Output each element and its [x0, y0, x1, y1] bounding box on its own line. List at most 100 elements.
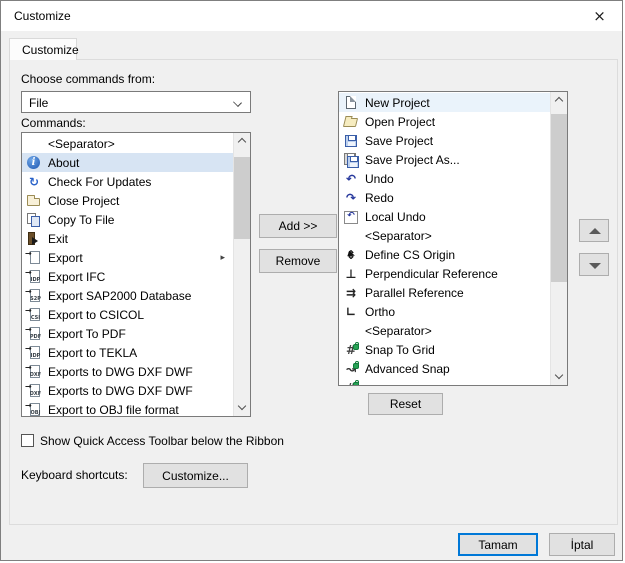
doc-export-icon: →S2P — [26, 288, 42, 304]
list-item-label: Parallel Reference — [365, 286, 464, 300]
arrow-down-icon — [589, 263, 601, 269]
list-item-label: <Separator> — [48, 137, 115, 151]
list-item[interactable]: Open Project — [339, 112, 550, 131]
list-item-label: Ortho — [365, 305, 395, 319]
list-item[interactable]: Copy To File — [22, 210, 233, 229]
list-item[interactable]: # — [339, 378, 550, 385]
list-item-label: Copy To File — [48, 213, 114, 227]
separator-item[interactable]: <Separator> — [339, 226, 550, 245]
chevron-down-icon — [233, 98, 242, 107]
submenu-arrow-icon: ▸ — [220, 252, 225, 263]
list-item-label: Close Project — [48, 194, 119, 208]
list-item[interactable]: ↶Local Undo — [339, 207, 550, 226]
cancel-button[interactable]: İptal — [549, 533, 615, 556]
advanced-snap-icon: ↝ — [343, 361, 359, 377]
list-item-label: Advanced Snap — [365, 362, 450, 376]
scroll-down-icon[interactable] — [234, 400, 251, 416]
list-item[interactable]: ⇕ Define CS Origin — [339, 245, 550, 264]
list-item[interactable]: →Export▸ — [22, 248, 233, 267]
snap-to-grid-icon: # — [343, 380, 359, 386]
list-item[interactable]: Save Project As... — [339, 150, 550, 169]
list-item[interactable]: ↶Undo — [339, 169, 550, 188]
quick-access-rows: New Project Open Project Save Project Save … — [339, 92, 550, 385]
separator-item[interactable]: <Separator> — [339, 321, 550, 340]
list-item-label: Export To PDF — [48, 327, 126, 341]
list-item[interactable]: →DXF Exports to DWG DXF DWF — [22, 362, 233, 381]
tab-customize[interactable]: Customize — [9, 38, 77, 60]
ok-button[interactable]: Tamam — [458, 533, 538, 556]
scrollbar-thumb[interactable] — [234, 157, 251, 239]
list-item-label: Perpendicular Reference — [365, 267, 498, 281]
redo-icon: ↷ — [343, 190, 359, 206]
doc-export-icon: →OBJ — [26, 402, 42, 417]
doc-export-icon: →DXF — [26, 383, 42, 399]
open-project-icon — [343, 114, 359, 130]
separator-item[interactable]: <Separator> — [22, 134, 233, 153]
list-item-label: Export to CSICOL — [48, 308, 144, 322]
window-title: Customize — [14, 9, 71, 23]
list-item-label: About — [48, 156, 79, 170]
list-item-label: Export to TEKLA — [48, 346, 137, 360]
list-item-label: New Project — [365, 96, 430, 110]
commands-source-select[interactable]: File — [21, 91, 251, 113]
list-item[interactable]: →IDPExport IFC — [22, 267, 233, 286]
scroll-down-icon[interactable] — [551, 369, 568, 385]
list-item[interactable]: #Snap To Grid — [339, 340, 550, 359]
list-item-label: Define CS Origin — [365, 248, 455, 262]
quick-access-below-ribbon-label: Show Quick Access Toolbar below the Ribb… — [40, 434, 284, 448]
list-item-label: Export SAP2000 Database — [48, 289, 191, 303]
remove-button[interactable]: Remove — [259, 249, 337, 273]
move-up-button[interactable] — [579, 219, 609, 242]
list-item[interactable]: Exit — [22, 229, 233, 248]
scroll-up-icon[interactable] — [551, 92, 568, 108]
combo-selected-value: File — [29, 96, 48, 110]
list-item-label: Export to OBJ file format — [48, 403, 179, 417]
check-updates-icon: ↻ — [26, 174, 42, 190]
customize-dialog: Customize × Customize Choose commands fr… — [0, 0, 623, 561]
doc-export-icon: →IDP — [26, 269, 42, 285]
local-undo-icon: ↶ — [343, 209, 359, 225]
quick-access-below-ribbon-checkbox[interactable] — [21, 434, 34, 447]
no-icon — [26, 136, 42, 152]
move-down-button[interactable] — [579, 253, 609, 276]
define-cs-origin-icon: ⇕ — [343, 247, 359, 263]
scrollbar-thumb[interactable] — [551, 114, 568, 282]
list-item-label: Exports to DWG DXF DWF — [48, 365, 193, 379]
list-item-label: Undo — [365, 172, 394, 186]
reset-button[interactable]: Reset — [368, 393, 443, 415]
list-item[interactable]: →PDF Export To PDF — [22, 324, 233, 343]
list-item[interactable]: →OBJ Export to OBJ file format — [22, 400, 233, 416]
list-item[interactable]: ↝ Advanced Snap — [339, 359, 550, 378]
quick-access-scrollbar[interactable] — [550, 92, 567, 385]
list-item[interactable]: →IDPExport to TEKLA — [22, 343, 233, 362]
list-item[interactable]: ↷ Redo — [339, 188, 550, 207]
choose-commands-label: Choose commands from: — [21, 72, 155, 86]
list-item[interactable]: ↻ Check For Updates — [22, 172, 233, 191]
list-item-label: Redo — [365, 191, 394, 205]
list-item[interactable]: ⇉ Parallel Reference — [339, 283, 550, 302]
add-button[interactable]: Add >> — [259, 214, 337, 238]
list-item[interactable]: New Project — [339, 93, 550, 112]
list-item[interactable]: iAbout — [22, 153, 233, 172]
list-item-label: Save Project — [365, 134, 433, 148]
list-item[interactable]: ∟Ortho — [339, 302, 550, 321]
doc-export-icon: →PDF — [26, 326, 42, 342]
quick-access-list: New Project Open Project Save Project Save … — [338, 91, 568, 386]
list-item[interactable]: →DXFExports to DWG DXF DWF — [22, 381, 233, 400]
save-project-icon — [343, 133, 359, 149]
list-item[interactable]: ⊥Perpendicular Reference — [339, 264, 550, 283]
exit-icon — [26, 231, 42, 247]
list-item[interactable]: Save Project — [339, 131, 550, 150]
scroll-up-icon[interactable] — [234, 133, 251, 149]
list-item[interactable]: →S2P Export SAP2000 Database — [22, 286, 233, 305]
keyboard-customize-button[interactable]: Customize... — [143, 463, 248, 488]
close-button[interactable]: × — [577, 1, 622, 31]
list-item[interactable]: →CSIExport to CSICOL — [22, 305, 233, 324]
no-icon — [343, 323, 359, 339]
list-item-label: Check For Updates — [48, 175, 151, 189]
parallel-icon: ⇉ — [343, 285, 359, 301]
commands-scrollbar[interactable] — [233, 133, 250, 416]
doc-export-icon: →DXF — [26, 364, 42, 380]
new-project-icon — [343, 95, 359, 111]
list-item[interactable]: Close Project — [22, 191, 233, 210]
